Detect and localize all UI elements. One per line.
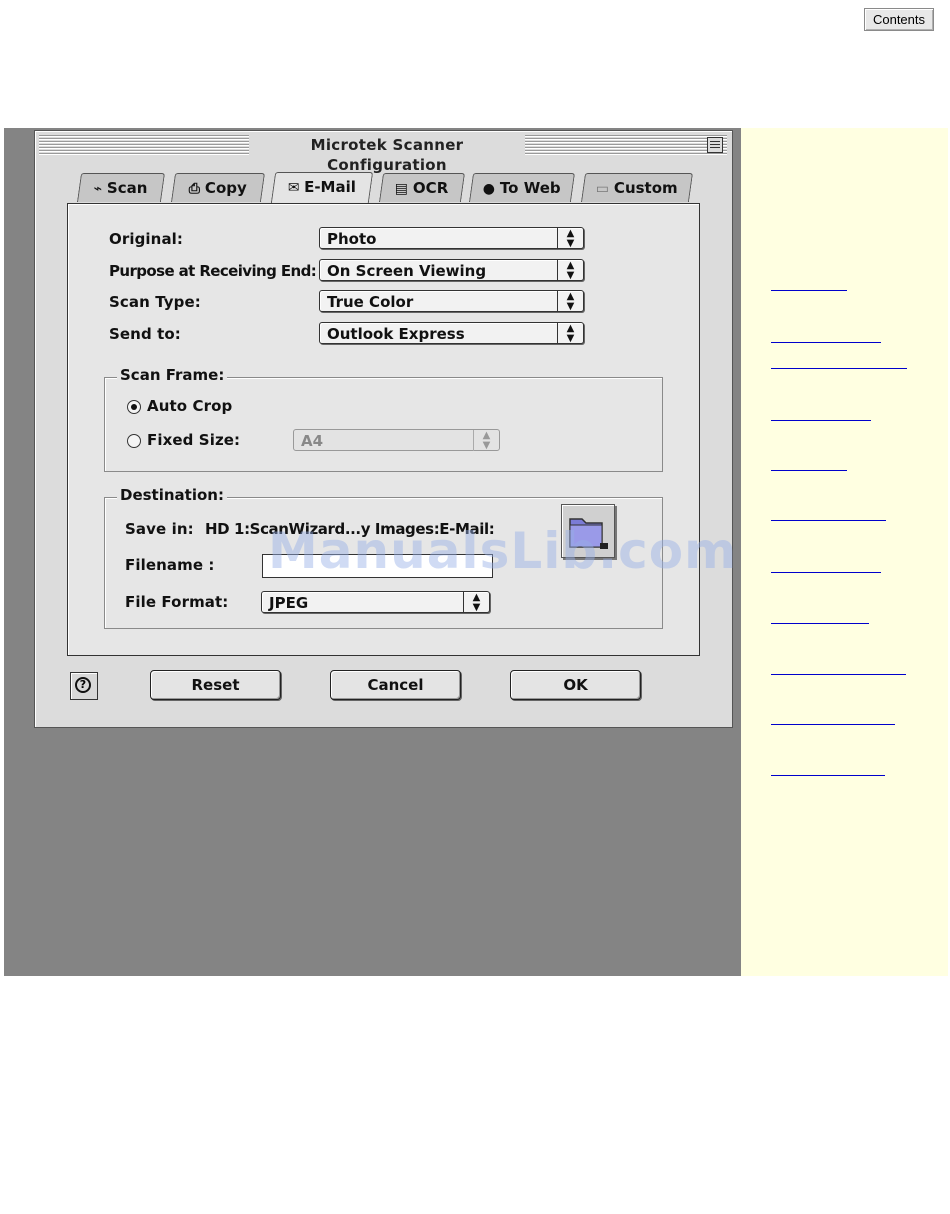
fixed-size-radio[interactable] [127, 434, 141, 448]
email-tab-panel: Original: Photo ▲ ▼ Purpose at Receiving … [67, 203, 700, 656]
send-to-label: Send to: [109, 325, 181, 343]
original-label: Original: [109, 230, 184, 248]
tab-copy[interactable]: ⎙ Copy [170, 173, 266, 202]
window-title: Microtek Scanner Configuration [249, 135, 525, 174]
tab-label: Copy [205, 179, 247, 197]
tab-label: Scan [107, 179, 148, 197]
fixed-size-label[interactable]: Fixed Size: [147, 431, 240, 449]
tab-strip: ⌁ Scan ⎙ Copy ✉ E-Mail ▤ OCR ● To Web ▭ Custom [75, 172, 695, 203]
popup-arrows-icon: ▲ ▼ [557, 323, 583, 344]
globe-icon: ● [482, 181, 496, 197]
fixed-size-popup: A4 ▲ ▼ [293, 429, 500, 451]
tab-custom[interactable]: ▭ Custom [580, 173, 694, 202]
help-icon: ? [75, 677, 91, 693]
email-icon: ✉ [287, 180, 300, 196]
tab-to-web[interactable]: ● To Web [468, 173, 576, 202]
help-button[interactable]: ? [70, 672, 98, 700]
tab-email[interactable]: ✉ E-Mail [270, 172, 374, 203]
sidebar-link[interactable] [771, 621, 869, 624]
scan-frame-group: Scan Frame: Auto Crop Fixed Size: A4 ▲ ▼ [104, 366, 663, 472]
filename-label: Filename : [125, 556, 215, 574]
send-to-value: Outlook Express [327, 325, 465, 343]
original-popup[interactable]: Photo ▲ ▼ [319, 227, 584, 249]
sidebar-link[interactable] [771, 672, 906, 675]
sidebar-link[interactable] [771, 468, 847, 471]
contents-button[interactable]: Contents [864, 8, 934, 31]
send-to-popup[interactable]: Outlook Express ▲ ▼ [319, 322, 584, 344]
file-format-value: JPEG [269, 594, 309, 612]
original-value: Photo [327, 230, 377, 248]
navigation-sidebar [741, 128, 948, 976]
destination-title: Destination: [117, 486, 227, 504]
file-format-popup[interactable]: JPEG ▲ ▼ [261, 591, 490, 613]
sidebar-link[interactable] [771, 288, 847, 291]
purpose-value: On Screen Viewing [327, 262, 487, 280]
popup-arrows-icon: ▲ ▼ [473, 430, 499, 451]
choose-folder-button[interactable] [561, 504, 615, 558]
tab-label: Custom [614, 179, 678, 197]
tab-scan[interactable]: ⌁ Scan [76, 173, 166, 202]
scan-type-label: Scan Type: [109, 293, 201, 311]
popup-arrows-icon: ▲ ▼ [557, 228, 583, 249]
reset-button[interactable]: Reset [150, 670, 281, 700]
sidebar-link[interactable] [771, 418, 871, 421]
purpose-popup[interactable]: On Screen Viewing ▲ ▼ [319, 259, 584, 281]
cancel-button[interactable]: Cancel [330, 670, 461, 700]
purpose-label: Purpose at Receiving End: [109, 262, 317, 280]
fixed-size-value: A4 [301, 432, 324, 450]
folder-icon [569, 518, 608, 549]
sidebar-link[interactable] [771, 518, 886, 521]
filename-input[interactable] [262, 554, 493, 578]
sidebar-link[interactable] [771, 366, 907, 369]
ok-button[interactable]: OK [510, 670, 641, 700]
tab-label: E-Mail [304, 178, 357, 196]
tab-label: To Web [500, 179, 561, 197]
folder-icon: ▭ [595, 181, 610, 197]
printer-icon: ⎙ [188, 181, 200, 197]
scan-type-value: True Color [327, 293, 414, 311]
tab-ocr[interactable]: ▤ OCR [378, 173, 466, 202]
sidebar-link[interactable] [771, 340, 881, 343]
collapse-box-icon[interactable] [707, 137, 723, 153]
auto-crop-radio[interactable] [127, 400, 141, 414]
file-format-label: File Format: [125, 593, 229, 611]
sidebar-link[interactable] [771, 570, 881, 573]
save-in-label: Save in: [125, 520, 194, 538]
tab-label: OCR [413, 179, 449, 197]
destination-group: Destination: Save in: HD 1:ScanWizard...… [104, 486, 663, 629]
title-bar[interactable]: Microtek Scanner Configuration [39, 134, 727, 174]
scan-frame-title: Scan Frame: [117, 366, 228, 384]
scan-type-popup[interactable]: True Color ▲ ▼ [319, 290, 584, 312]
sidebar-link[interactable] [771, 773, 885, 776]
scanner-config-window: Microtek Scanner Configuration ⌁ Scan ⎙ Co… [34, 130, 733, 728]
scanner-icon: ⌁ [93, 181, 103, 197]
ocr-icon: ▤ [395, 181, 409, 197]
save-in-path: HD 1:ScanWizard...y Images:E-Mail: [205, 520, 495, 538]
popup-arrows-icon: ▲ ▼ [557, 291, 583, 312]
popup-arrows-icon: ▲ ▼ [557, 260, 583, 281]
sidebar-link[interactable] [771, 722, 895, 725]
auto-crop-label[interactable]: Auto Crop [147, 397, 232, 415]
popup-arrows-icon: ▲ ▼ [463, 592, 489, 613]
